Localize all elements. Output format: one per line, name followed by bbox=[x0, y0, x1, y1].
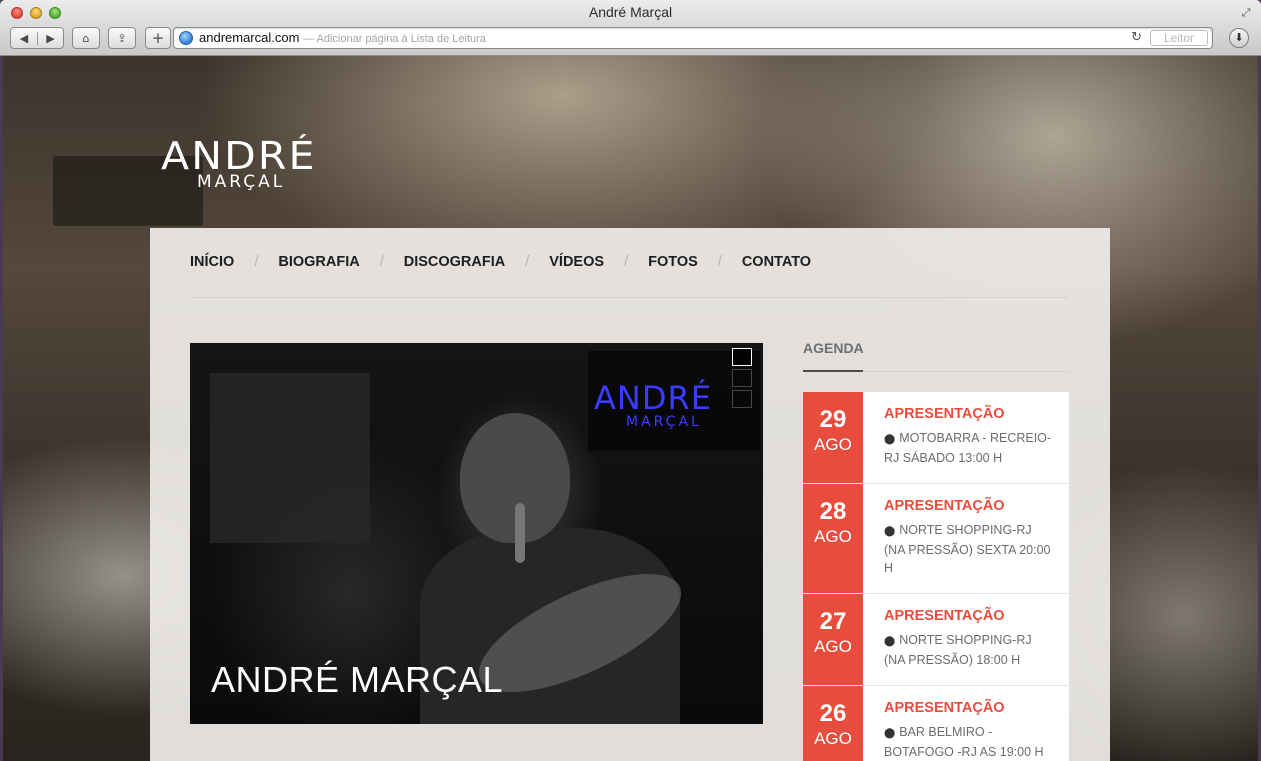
event-day: 28 bbox=[819, 498, 847, 525]
logo-line2: MARÇAL bbox=[197, 172, 286, 192]
event-date: 26 AGO bbox=[803, 686, 863, 761]
event-title[interactable]: APRESENTAÇÃO bbox=[884, 608, 1005, 624]
event-title[interactable]: APRESENTAÇÃO bbox=[884, 498, 1005, 514]
event-date: 27 AGO bbox=[803, 594, 863, 685]
map-pin-icon: ⬤ bbox=[884, 434, 896, 445]
event-month: AGO bbox=[814, 729, 852, 748]
agenda-event[interactable]: 26 AGO APRESENTAÇÃO ⬤ BAR BELMIRO - BOTAF… bbox=[803, 686, 1069, 761]
nav-item-discografia[interactable]: DISCOGRAFIA bbox=[404, 254, 506, 270]
home-button[interactable]: ⌂ bbox=[72, 27, 100, 49]
agenda-event[interactable]: 29 AGO APRESENTAÇÃO ⬤ MOTOBARRA - RECREIO… bbox=[803, 392, 1069, 484]
plus-icon: + bbox=[151, 29, 165, 47]
slider-dot-2[interactable] bbox=[732, 369, 752, 387]
content-panel: INÍCIO / BIOGRAFIA / DISCOGRAFIA / VÍDEO… bbox=[150, 228, 1110, 761]
add-bookmark-button[interactable]: + bbox=[145, 27, 171, 49]
event-location: ⬤ NORTE SHOPPING-RJ (NA PRESSÃO) SEXTA 20… bbox=[884, 521, 1054, 577]
url-hint: — Adicionar página à Lista de Leitura bbox=[303, 33, 486, 45]
event-title[interactable]: APRESENTAÇÃO bbox=[884, 406, 1005, 422]
browser-window: André Marçal ⤢ ◀ ▶ ⌂ ⇪ + andremarcal.com… bbox=[0, 0, 1261, 761]
event-month: AGO bbox=[814, 637, 852, 656]
event-location: ⬤ MOTOBARRA - RECREIO-RJ SÁBADO 13:00 H bbox=[884, 429, 1054, 467]
nav-item-videos[interactable]: VÍDEOS bbox=[549, 254, 604, 270]
agenda-event[interactable]: 28 AGO APRESENTAÇÃO ⬤ NORTE SHOPPING-RJ (… bbox=[803, 484, 1069, 594]
page-viewport: ANDRÉ MARÇAL INÍCIO / BIOGRAFIA / DISCOG… bbox=[3, 56, 1258, 761]
nav-separator: / bbox=[624, 254, 629, 270]
agenda-event[interactable]: 27 AGO APRESENTAÇÃO ⬤ NORTE SHOPPING-RJ (… bbox=[803, 594, 1069, 686]
event-date: 28 AGO bbox=[803, 484, 863, 593]
nav-item-contato[interactable]: CONTATO bbox=[742, 254, 811, 270]
reader-button[interactable]: Leitor bbox=[1150, 30, 1208, 46]
event-day: 26 bbox=[819, 700, 847, 727]
globe-icon bbox=[179, 31, 193, 45]
nav-separator: / bbox=[525, 254, 530, 270]
nav-divider bbox=[190, 297, 1069, 298]
event-day: 29 bbox=[819, 406, 847, 433]
main-nav: INÍCIO / BIOGRAFIA / DISCOGRAFIA / VÍDEO… bbox=[190, 254, 811, 270]
event-location: ⬤ NORTE SHOPPING-RJ (NA PRESSÃO) 18:00 H bbox=[884, 631, 1054, 669]
download-icon[interactable]: ⬇ bbox=[1229, 28, 1249, 48]
home-icon: ⌂ bbox=[82, 31, 90, 45]
event-title[interactable]: APRESENTAÇÃO bbox=[884, 700, 1005, 716]
slide-caption: ANDRÉ MARÇAL bbox=[211, 659, 504, 700]
url-text[interactable]: andremarcal.com — Adicionar página à Lis… bbox=[199, 30, 486, 45]
event-month: AGO bbox=[814, 435, 852, 454]
agenda-divider-accent bbox=[803, 370, 863, 372]
event-day: 27 bbox=[819, 608, 847, 635]
window-title: André Marçal bbox=[588, 4, 673, 20]
event-date: 29 AGO bbox=[803, 392, 863, 483]
address-bar[interactable]: andremarcal.com — Adicionar página à Lis… bbox=[173, 27, 1213, 49]
fullscreen-icon[interactable]: ⤢ bbox=[1239, 6, 1253, 20]
event-location: ⬤ BAR BELMIRO - BOTAFOGO -RJ AS 19:00 H bbox=[884, 723, 1054, 761]
browser-toolbar: André Marçal ⤢ ◀ ▶ ⌂ ⇪ + andremarcal.com… bbox=[0, 0, 1261, 56]
share-icon: ⇪ bbox=[117, 31, 127, 45]
forward-icon[interactable]: ▶ bbox=[36, 31, 63, 45]
back-forward-buttons: ◀ ▶ bbox=[10, 27, 64, 49]
slide-logo-line2: MARÇAL bbox=[626, 414, 702, 430]
event-location-text: MOTOBARRA - RECREIO-RJ SÁBADO 13:00 H bbox=[884, 431, 1052, 465]
map-pin-icon: ⬤ bbox=[884, 636, 896, 647]
share-button[interactable]: ⇪ bbox=[108, 27, 136, 49]
event-month: AGO bbox=[814, 527, 852, 546]
nav-item-fotos[interactable]: FOTOS bbox=[648, 254, 698, 270]
event-location-text: BAR BELMIRO - BOTAFOGO -RJ AS 19:00 H bbox=[884, 725, 1044, 759]
map-pin-icon: ⬤ bbox=[884, 728, 896, 739]
agenda-heading: AGENDA bbox=[803, 340, 864, 356]
nav-separator: / bbox=[379, 254, 384, 270]
event-location-text: NORTE SHOPPING-RJ (NA PRESSÃO) SEXTA 20:… bbox=[884, 523, 1051, 575]
nav-separator: / bbox=[254, 254, 259, 270]
site-logo[interactable]: ANDRÉ MARÇAL bbox=[161, 106, 341, 196]
url-value: andremarcal.com bbox=[199, 30, 300, 45]
back-icon[interactable]: ◀ bbox=[11, 32, 37, 45]
map-pin-icon: ⬤ bbox=[884, 526, 896, 537]
slider-dot-3[interactable] bbox=[732, 390, 752, 408]
event-location-text: NORTE SHOPPING-RJ (NA PRESSÃO) 18:00 H bbox=[884, 633, 1032, 667]
nav-separator: / bbox=[717, 254, 722, 270]
slide-photo-mic bbox=[515, 503, 525, 563]
hero-slider[interactable]: ANDRÉ MARÇAL ANDRÉ MARÇAL bbox=[190, 343, 763, 724]
slide-photo-speaker bbox=[210, 373, 370, 543]
slide-logo-line1: ANDRÉ bbox=[594, 379, 712, 417]
nav-item-biografia[interactable]: BIOGRAFIA bbox=[278, 254, 359, 270]
slider-pagination bbox=[732, 348, 752, 408]
slider-dot-1[interactable] bbox=[732, 348, 752, 366]
nav-item-inicio[interactable]: INÍCIO bbox=[190, 254, 234, 270]
reload-icon[interactable]: ↻ bbox=[1131, 30, 1142, 45]
agenda-list: 29 AGO APRESENTAÇÃO ⬤ MOTOBARRA - RECREIO… bbox=[803, 392, 1069, 761]
